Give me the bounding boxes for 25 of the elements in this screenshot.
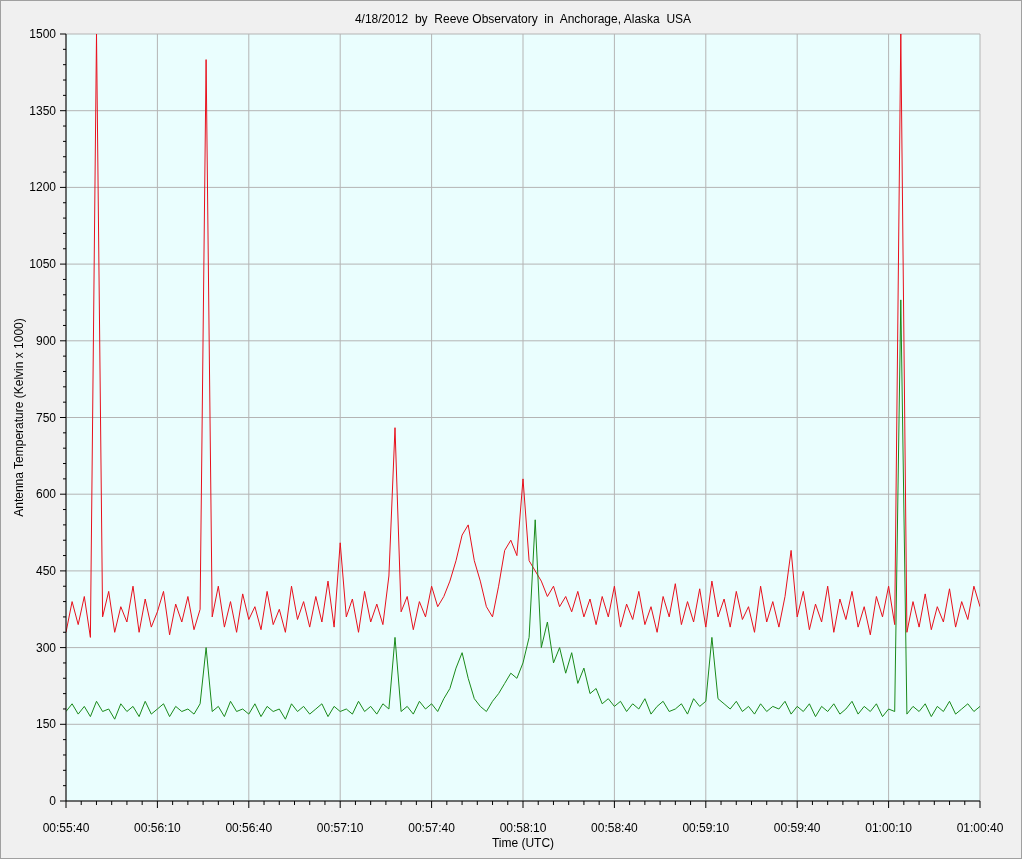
x-tick-label: 00:56:40 <box>225 821 273 835</box>
x-axis-title: Time (UTC) <box>491 836 555 850</box>
y-tick-label: 1050 <box>29 257 56 272</box>
x-tick-label: 00:57:10 <box>316 821 364 835</box>
y-tick-label: 750 <box>35 410 56 425</box>
x-tick-label: 01:00:10 <box>865 821 912 835</box>
y-tick-label: 300 <box>35 640 56 655</box>
y-tick-label: 600 <box>35 487 56 502</box>
chart-title: 4/18/2012 by Reeve Observatory in Anchorage, Alaska USA <box>354 12 692 26</box>
y-tick-label: 150 <box>35 717 56 732</box>
x-tick-label: 00:59:10 <box>682 821 730 835</box>
y-tick-label: 1350 <box>29 103 56 118</box>
x-tick-label: 00:57:40 <box>408 821 455 835</box>
y-tick-label: 1500 <box>29 27 56 41</box>
x-tick-label: 00:58:10 <box>499 821 547 835</box>
x-tick-label: 01:00:40 <box>956 821 1004 835</box>
x-tick-label: 00:59:40 <box>773 821 821 835</box>
x-tick-label: 00:56:10 <box>134 821 181 835</box>
x-tick-label: 00:58:40 <box>591 821 638 835</box>
y-tick-label: 0 <box>49 794 56 808</box>
y-tick-label: 450 <box>35 563 56 578</box>
y-axis-title: Antenna Temperature (Kelvin x 1000) <box>12 318 26 517</box>
y-tick-label: 1200 <box>29 180 56 195</box>
x-tick-label: 00:55:40 <box>42 821 90 835</box>
y-tick-label: 900 <box>35 333 56 348</box>
